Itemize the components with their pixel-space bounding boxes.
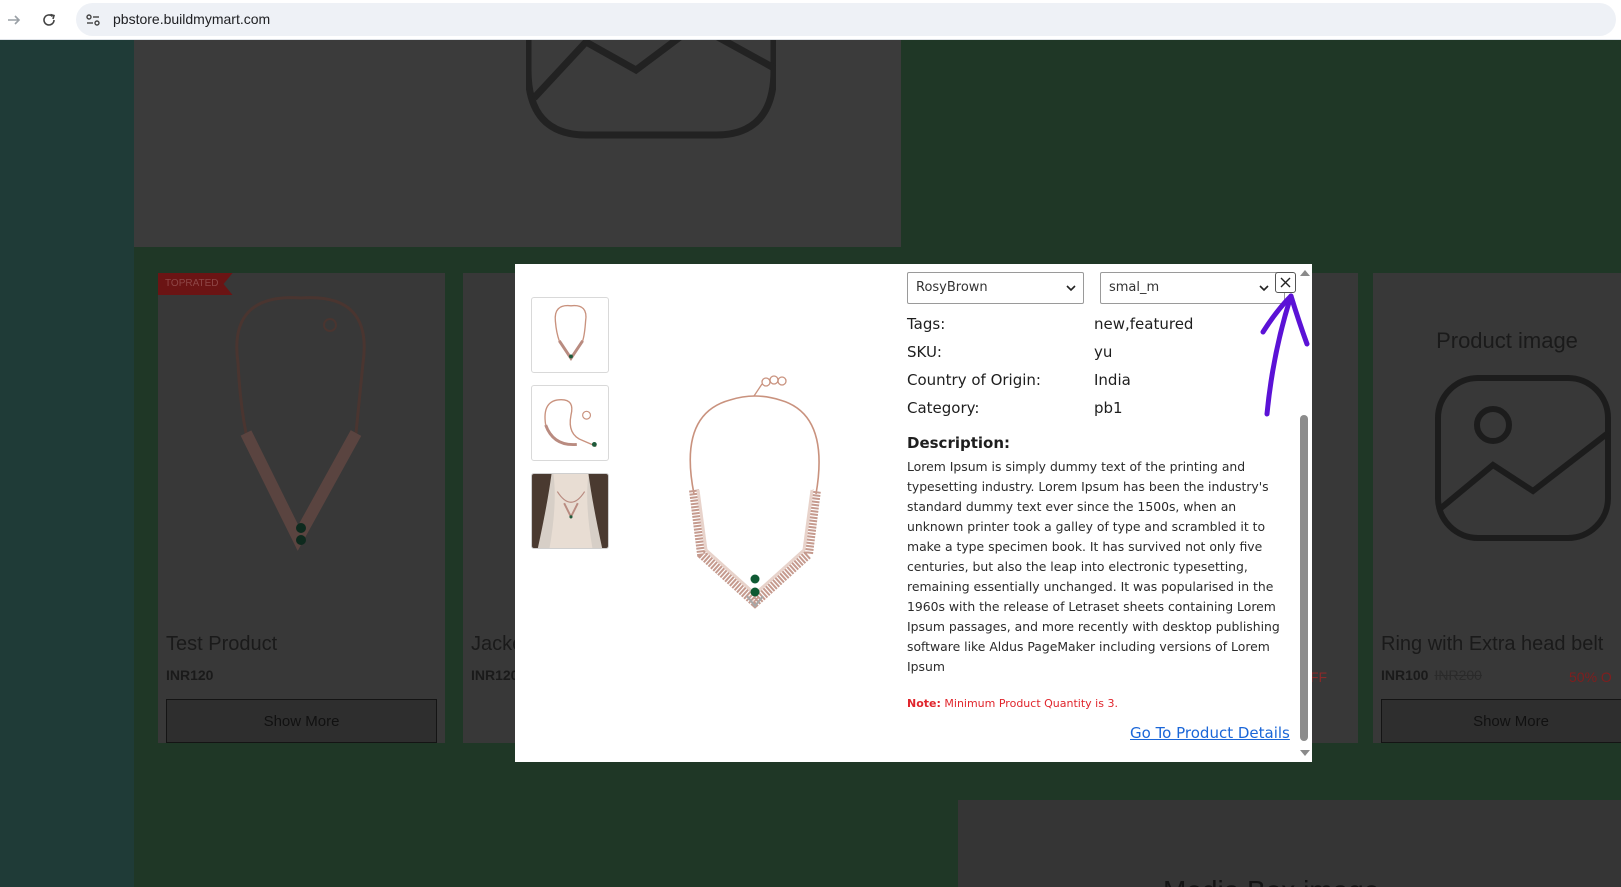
toprated-badge: TOPRATED: [158, 273, 233, 295]
media-box-caption: Media Box image: [1163, 875, 1379, 887]
browser-toolbar: pbstore.buildmymart.com: [0, 0, 1621, 40]
scroll-down-arrow-icon[interactable]: [1300, 750, 1310, 756]
reload-button[interactable]: [35, 6, 63, 34]
spec-label: Category:: [907, 399, 980, 417]
product-card[interactable]: Product image Ring with Extra head belt …: [1373, 273, 1621, 743]
spec-value: yu: [1094, 343, 1113, 361]
url-text[interactable]: pbstore.buildmymart.com: [113, 3, 270, 36]
product-image[interactable]: Product image: [1373, 273, 1621, 623]
old-price: INR200: [1434, 667, 1482, 683]
spec-value: pb1: [1094, 399, 1123, 417]
color-select-value: RosyBrown: [916, 280, 988, 295]
note-text: Minimum Product Quantity is 3.: [944, 697, 1118, 710]
spec-label: Country of Origin:: [907, 371, 1041, 389]
scroll-up-arrow-icon[interactable]: [1300, 270, 1310, 276]
image-placeholder-text: Product image: [1436, 328, 1578, 353]
necklace-side-thumbnail: [544, 398, 597, 447]
product-price: INR100 INR200: [1381, 667, 1482, 683]
show-more-button[interactable]: Show More: [166, 699, 437, 743]
current-price: INR100: [1381, 667, 1429, 683]
thumbnail-3[interactable]: [531, 473, 609, 549]
show-more-button[interactable]: Show More: [1381, 699, 1621, 743]
product-price: INR120: [471, 667, 519, 683]
spec-value: new,featured: [1094, 315, 1194, 333]
description-heading: Description:: [907, 434, 1011, 452]
thumbnail-2[interactable]: [531, 385, 609, 461]
size-select-value: smal_m: [1109, 280, 1160, 295]
spec-label: Tags:: [907, 315, 946, 333]
color-select[interactable]: RosyBrown: [907, 272, 1084, 304]
product-card[interactable]: TOPRATED Test Product INR120 Show More: [158, 273, 445, 743]
annotation-arrow-icon: [1260, 293, 1310, 417]
product-title[interactable]: Ring with Extra head belt: [1381, 633, 1603, 656]
image-placeholder-icon: [526, 40, 776, 139]
quick-view-modal: RosyBrown smal_m Tags: new,featured SKU:…: [515, 264, 1312, 762]
note-label: Note:: [907, 697, 941, 710]
necklace-thumbnail: [554, 304, 587, 362]
arrow-right-icon: [8, 15, 21, 25]
model-wearing-necklace-thumbnail: [532, 474, 608, 548]
reload-icon: [43, 13, 55, 26]
chevron-down-icon: [1066, 285, 1076, 292]
discount-label: 50% O: [1569, 669, 1612, 685]
product-image[interactable]: [158, 273, 445, 623]
media-box: Media Box image: [958, 800, 1621, 887]
hero-image-placeholder: [134, 40, 901, 247]
address-bar[interactable]: pbstore.buildmymart.com: [76, 3, 1616, 36]
product-main-image[interactable]: [670, 374, 840, 610]
go-to-product-details-link[interactable]: Go To Product Details: [1130, 724, 1290, 742]
product-title[interactable]: Test Product: [166, 633, 277, 656]
thumbnail-1[interactable]: [531, 297, 609, 373]
scrollbar-thumb[interactable]: [1300, 415, 1308, 741]
description-text: Lorem Ipsum is simply dummy text of the …: [907, 459, 1280, 674]
min-quantity-note: Note: Minimum Product Quantity is 3.: [907, 697, 1118, 710]
forward-button[interactable]: [0, 6, 28, 34]
site-settings-icon[interactable]: [84, 11, 102, 29]
product-price: INR120: [166, 667, 214, 683]
left-strip: [0, 40, 134, 887]
spec-value: India: [1094, 371, 1131, 389]
necklace-image: [235, 296, 366, 551]
spec-label: SKU:: [907, 343, 942, 361]
discount-label: FF: [1310, 669, 1328, 685]
image-placeholder-icon: [1435, 375, 1611, 541]
